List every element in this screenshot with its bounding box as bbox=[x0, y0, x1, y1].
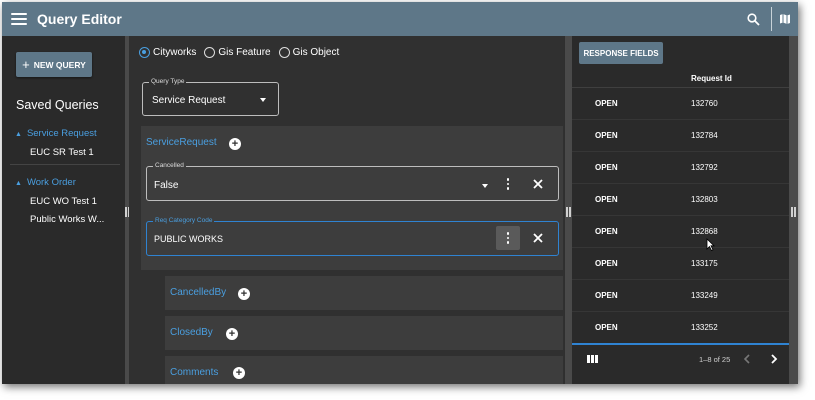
menu-icon[interactable] bbox=[11, 13, 27, 25]
right-splitter[interactable] bbox=[565, 36, 572, 384]
app-header: Query Editor bbox=[2, 2, 798, 36]
table-row[interactable]: OPEN 133249 bbox=[572, 280, 789, 312]
saved-query-item[interactable]: EUC WO Test 1 bbox=[30, 196, 97, 207]
close-icon[interactable] bbox=[530, 230, 546, 246]
group-service-request[interactable]: ▲ Service Request bbox=[15, 128, 97, 139]
radio-cityworks[interactable]: Cityworks bbox=[139, 47, 196, 58]
subpanel-closed-by: ClosedBy + bbox=[165, 316, 563, 350]
subpanel-title[interactable]: ClosedBy bbox=[170, 327, 213, 338]
more-options-icon[interactable] bbox=[496, 172, 520, 196]
add-field-icon[interactable]: + bbox=[238, 288, 250, 300]
table-row[interactable]: OPEN 132792 bbox=[572, 152, 789, 184]
group-work-order[interactable]: ▲ Work Order bbox=[15, 177, 76, 188]
right-scrollbar[interactable] bbox=[789, 36, 798, 384]
status-cell: OPEN bbox=[595, 227, 618, 236]
status-cell: OPEN bbox=[595, 163, 618, 172]
new-query-button[interactable]: + NEW QUERY bbox=[16, 52, 92, 77]
header-actions bbox=[741, 2, 798, 36]
saved-queries-title: Saved Queries bbox=[16, 98, 99, 112]
close-icon[interactable] bbox=[530, 176, 546, 192]
map-icon[interactable] bbox=[772, 2, 798, 36]
status-cell: OPEN bbox=[595, 291, 618, 300]
group-label: Work Order bbox=[26, 177, 76, 188]
columns-icon[interactable] bbox=[587, 355, 598, 363]
add-field-icon[interactable]: + bbox=[226, 328, 238, 340]
saved-queries-sidebar: + NEW QUERY Saved Queries ▲ Service Reque… bbox=[2, 36, 125, 384]
results-panel: RESPONSE FIELDS Request Id OPEN 132760 OP… bbox=[572, 36, 789, 384]
field-value: PUBLIC WORKS bbox=[154, 234, 224, 244]
query-type-label: Query Type bbox=[149, 78, 187, 85]
add-field-icon[interactable]: + bbox=[229, 138, 241, 150]
field-label: Req Category Code bbox=[153, 217, 215, 224]
dropdown-arrow-icon bbox=[260, 98, 266, 102]
app-window: Query Editor + NEW QUERY Saved Queries ▲… bbox=[2, 2, 798, 384]
field-value: False bbox=[154, 180, 179, 191]
subpanel-cancelled-by: CancelledBy + bbox=[165, 276, 563, 310]
group-label: Service Request bbox=[26, 128, 97, 139]
request-id-cell: 132868 bbox=[691, 227, 718, 236]
request-id-cell: 132792 bbox=[691, 163, 718, 172]
request-id-cell: 132784 bbox=[691, 131, 718, 140]
request-id-cell: 133249 bbox=[691, 291, 718, 300]
table-row[interactable]: OPEN 132803 bbox=[572, 184, 789, 216]
table-row[interactable]: OPEN 132760 bbox=[572, 88, 789, 120]
status-cell: OPEN bbox=[595, 131, 618, 140]
chevron-left-icon[interactable] bbox=[741, 352, 753, 366]
drag-handle-icon bbox=[791, 207, 796, 217]
table-row[interactable]: OPEN 132784 bbox=[572, 120, 789, 152]
mouse-cursor-icon bbox=[706, 238, 715, 251]
table-row[interactable]: OPEN 133175 bbox=[572, 248, 789, 280]
radio-empty-icon bbox=[204, 47, 216, 58]
request-id-cell: 133252 bbox=[691, 323, 718, 332]
sidebar-divider bbox=[10, 164, 120, 165]
search-icon[interactable] bbox=[741, 2, 765, 36]
new-query-label: NEW QUERY bbox=[33, 59, 86, 70]
field-label: Cancelled bbox=[153, 162, 186, 169]
caret-up-icon: ▲ bbox=[15, 131, 22, 138]
radio-selected-icon bbox=[139, 47, 150, 58]
drag-handle-icon bbox=[566, 207, 571, 217]
request-id-cell: 132760 bbox=[691, 99, 718, 108]
radio-label: Gis Object bbox=[292, 47, 340, 58]
caret-up-icon: ▲ bbox=[15, 180, 22, 187]
radio-empty-icon bbox=[278, 47, 290, 58]
subpanel-title[interactable]: CancelledBy bbox=[170, 287, 226, 298]
query-type-value: Service Request bbox=[152, 95, 226, 106]
request-id-cell: 133175 bbox=[691, 259, 718, 268]
subpanel-comments: Comments + bbox=[165, 356, 563, 384]
more-options-icon[interactable] bbox=[496, 226, 520, 250]
query-type-select[interactable]: Query Type Service Request bbox=[142, 78, 279, 116]
table-row[interactable]: OPEN 133252 bbox=[572, 312, 789, 344]
cancelled-field[interactable]: Cancelled False bbox=[146, 162, 559, 201]
pagination-range: 1–8 of 25 bbox=[699, 355, 731, 364]
response-fields-button[interactable]: RESPONSE FIELDS bbox=[579, 42, 663, 64]
add-field-icon[interactable]: + bbox=[233, 367, 245, 379]
req-category-code-field[interactable]: Req Category Code PUBLIC WORKS bbox=[146, 217, 559, 256]
request-id-cell: 132803 bbox=[691, 195, 718, 204]
table-footer-divider bbox=[572, 343, 789, 345]
app-title: Query Editor bbox=[37, 11, 122, 27]
query-builder: Cityworks Gis Feature Gis Object Query T… bbox=[129, 36, 564, 384]
status-cell: OPEN bbox=[595, 195, 618, 204]
status-cell: OPEN bbox=[595, 99, 618, 108]
saved-query-item[interactable]: Public Works W... bbox=[30, 214, 104, 225]
chevron-right-icon[interactable] bbox=[768, 352, 780, 366]
dropdown-arrow-icon[interactable] bbox=[482, 184, 488, 188]
panel-title[interactable]: ServiceRequest bbox=[146, 137, 217, 148]
plus-icon: + bbox=[22, 56, 30, 72]
radio-gis-object[interactable]: Gis Object bbox=[278, 47, 340, 58]
radio-gis-feature[interactable]: Gis Feature bbox=[204, 47, 271, 58]
radio-label: Cityworks bbox=[153, 47, 197, 58]
table-row[interactable]: OPEN 132868 bbox=[572, 216, 789, 248]
column-header-request-id[interactable]: Request Id bbox=[691, 74, 732, 83]
subpanel-title[interactable]: Comments bbox=[170, 367, 218, 378]
source-radio-group: Cityworks Gis Feature Gis Object bbox=[139, 47, 347, 58]
service-request-panel: ServiceRequest + Cancelled False Req Cat… bbox=[141, 126, 563, 270]
status-cell: OPEN bbox=[595, 259, 618, 268]
radio-label: Gis Feature bbox=[218, 47, 271, 58]
status-cell: OPEN bbox=[595, 323, 618, 332]
saved-query-item[interactable]: EUC SR Test 1 bbox=[30, 147, 94, 158]
